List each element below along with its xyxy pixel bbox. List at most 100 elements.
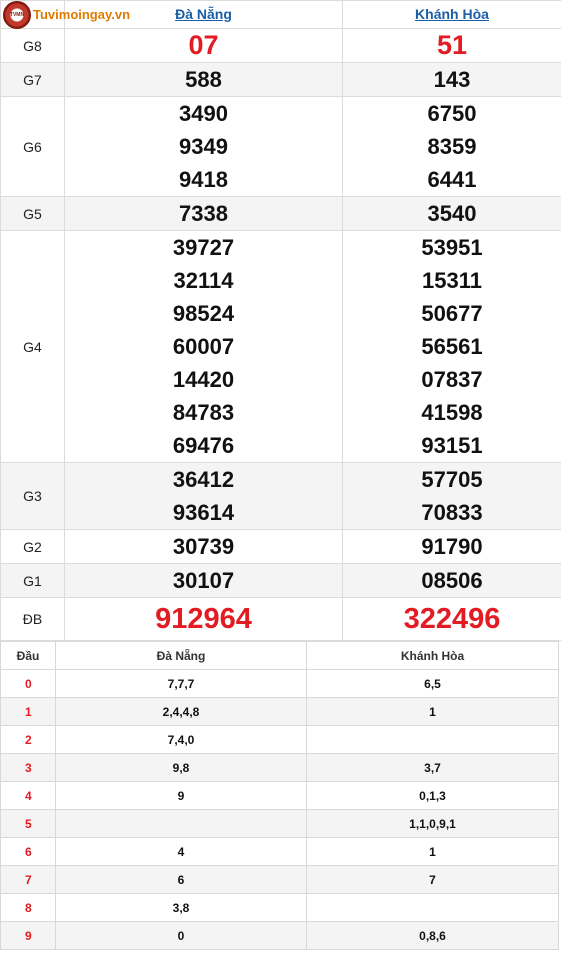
- prize-cell-khanhhoa: 6750 8359 6441: [342, 96, 561, 197]
- results-table: TVMN Tuvimoingay.vn Đà Nẵng Khánh Hòa G8…: [0, 0, 561, 641]
- site-logo[interactable]: TVMN Tuvimoingay.vn: [3, 1, 130, 29]
- loto-khanhhoa: [306, 725, 559, 754]
- loto-dau: 7: [0, 865, 56, 894]
- loto-danang: [55, 809, 307, 838]
- prize-number: 98524: [172, 301, 235, 326]
- loto-dau: 8: [0, 893, 56, 922]
- loto-row: 1 2,4,4,8 1: [0, 697, 559, 726]
- prize-number: 93151: [421, 433, 483, 458]
- loto-dau: 2: [0, 725, 56, 754]
- results-header-row: TVMN Tuvimoingay.vn Đà Nẵng Khánh Hòa: [0, 0, 561, 29]
- loto-dau: 6: [0, 837, 56, 866]
- prize-label: G8: [0, 28, 65, 63]
- loto-row: 0 7,7,7 6,5: [0, 669, 559, 698]
- prize-number: 84783: [172, 400, 235, 425]
- loto-row: 767: [0, 865, 559, 894]
- prize-number: 912964: [155, 603, 252, 635]
- loto-khanhhoa: 0,1,3: [306, 781, 559, 810]
- loto-danang: 7,7,7: [55, 669, 307, 698]
- loto-dau: 4: [0, 781, 56, 810]
- prize-number: 30739: [172, 534, 235, 559]
- prize-number: 07837: [421, 367, 483, 392]
- loto-danang: 2,4,4,8: [55, 697, 307, 726]
- prize-row: G6 3490 9349 9418 6750 8359 6441: [0, 96, 561, 197]
- prize-label: G6: [0, 96, 65, 197]
- loto-row: 641: [0, 837, 559, 866]
- prize-number: 93614: [172, 500, 235, 525]
- province-link-danang[interactable]: Đà Nẵng: [175, 6, 232, 22]
- loto-body: 0 7,7,7 6,5 1 2,4,4,8 1 2 7,4,0 3 9,8 3,7 4 9 0,1,3 5 1…: [0, 669, 559, 950]
- prize-number: 56561: [421, 334, 483, 359]
- loto-dau: 0: [0, 669, 56, 698]
- loto-khanhhoa: 1: [306, 837, 559, 866]
- prize-number: 08506: [421, 568, 483, 593]
- province-link-khanhhoa[interactable]: Khánh Hòa: [415, 6, 489, 22]
- loto-header-danang: Đà Nẵng: [55, 641, 307, 670]
- prize-number: 07: [188, 30, 219, 60]
- loto-dau: 5: [0, 809, 56, 838]
- prize-cell-khanhhoa: 143: [342, 62, 561, 97]
- prize-label: G1: [0, 563, 65, 598]
- loto-dau: 9: [0, 921, 56, 950]
- loto-danang: 9: [55, 781, 307, 810]
- prize-number: 60007: [172, 334, 235, 359]
- prize-number: 3540: [427, 201, 477, 226]
- prize-number: 50677: [421, 301, 483, 326]
- prize-number: 36412: [172, 467, 235, 492]
- loto-khanhhoa: 0,8,6: [306, 921, 559, 950]
- prize-number: 57705: [421, 467, 483, 492]
- loto-row: 4 9 0,1,3: [0, 781, 559, 810]
- prize-cell-danang: 30739: [64, 529, 343, 564]
- logo-badge-icon: TVMN: [3, 1, 31, 29]
- logo-cell: TVMN Tuvimoingay.vn: [0, 0, 130, 29]
- prize-cell-danang: 36412 93614: [64, 462, 343, 530]
- prize-number: 9349: [179, 134, 228, 159]
- loto-header-khanhhoa: Khánh Hòa: [306, 641, 559, 670]
- prize-number: 143: [433, 67, 471, 92]
- prize-row: G8 07 51: [0, 28, 561, 63]
- prize-cell-danang: 7338: [64, 196, 343, 231]
- loto-khanhhoa: 6,5: [306, 669, 559, 698]
- prize-row: G1 30107 08506: [0, 563, 561, 598]
- province-header-khanhhoa: Khánh Hòa: [342, 0, 561, 29]
- prize-number: 69476: [172, 433, 235, 458]
- prize-number: 15311: [422, 268, 482, 293]
- loto-khanhhoa: 7: [306, 865, 559, 894]
- prize-number: 9418: [179, 167, 228, 192]
- prize-cell-khanhhoa: 53951 15311 50677 56561 07837 41598 93151: [342, 230, 561, 463]
- prize-number: 91790: [421, 534, 483, 559]
- loto-khanhhoa: [306, 893, 559, 922]
- prize-number: 7338: [179, 201, 228, 226]
- prize-number: 70833: [421, 500, 483, 525]
- prize-number: 53951: [421, 235, 483, 260]
- loto-row: 2 7,4,0: [0, 725, 559, 754]
- loto-danang: 6: [55, 865, 307, 894]
- prize-cell-danang: 3490 9349 9418: [64, 96, 343, 197]
- prize-label: G5: [0, 196, 65, 231]
- loto-row: 5 1,1,0,9,1: [0, 809, 559, 838]
- prize-cell-khanhhoa: 322496: [342, 597, 561, 641]
- prize-row: G5 7338 3540: [0, 196, 561, 231]
- prize-cell-khanhhoa: 51: [342, 28, 561, 63]
- prize-number: 39727: [172, 235, 235, 260]
- loto-danang: 9,8: [55, 753, 307, 782]
- prize-cell-danang: 588: [64, 62, 343, 97]
- prize-cell-danang: 30107: [64, 563, 343, 598]
- prize-label: G3: [0, 462, 65, 530]
- prize-number: 32114: [173, 268, 234, 293]
- prize-cell-danang: 07: [64, 28, 343, 63]
- prize-number: 322496: [403, 603, 501, 635]
- loto-khanhhoa: 1: [306, 697, 559, 726]
- prize-row: ĐB 912964 322496: [0, 597, 561, 641]
- prize-body: G8 07 51 G7 588 143 G6 3490 9349 9418 6750 8359 6441…: [0, 28, 561, 641]
- prize-number: 588: [185, 67, 222, 92]
- loto-khanhhoa: 1,1,0,9,1: [306, 809, 559, 838]
- loto-row: 3 9,8 3,7: [0, 753, 559, 782]
- loto-danang: 7,4,0: [55, 725, 307, 754]
- prize-label: ĐB: [0, 597, 65, 641]
- prize-number: 3490: [179, 101, 228, 126]
- prize-number: 41598: [421, 400, 483, 425]
- prize-number: 14420: [172, 367, 235, 392]
- prize-cell-khanhhoa: 57705 70833: [342, 462, 561, 530]
- loto-table: Đầu Đà Nẵng Khánh Hòa 0 7,7,7 6,5 1 2,4,4,8 1…: [0, 641, 559, 950]
